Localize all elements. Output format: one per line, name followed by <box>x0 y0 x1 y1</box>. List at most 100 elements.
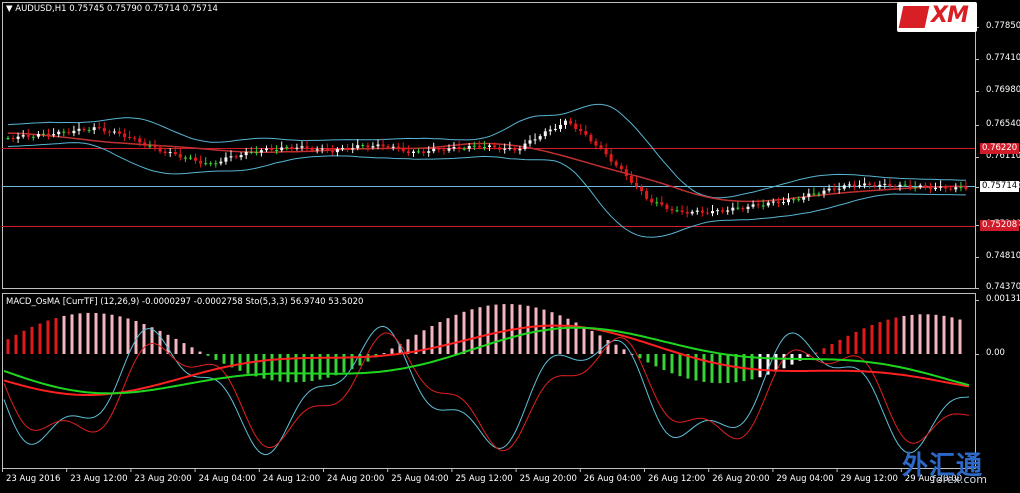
watermark-domain: forex.com <box>932 473 987 486</box>
candle-body <box>148 145 152 147</box>
candle-body <box>538 136 542 140</box>
histogram-bar <box>14 334 18 354</box>
candle-body <box>812 193 816 195</box>
candle-body <box>873 185 877 187</box>
candle-body <box>842 185 846 189</box>
histogram-bar <box>910 314 914 354</box>
candle-body <box>265 148 268 151</box>
candle-body <box>371 146 375 148</box>
time-axis-label: 23 Aug 20:00 <box>134 474 192 484</box>
candle-body <box>923 185 927 187</box>
price-axis-label: 0.77410 <box>986 53 1020 63</box>
candle-body <box>173 152 177 155</box>
histogram-bar <box>878 322 882 354</box>
histogram-bar <box>846 335 850 354</box>
candle-body <box>878 184 882 187</box>
histogram-bar <box>566 318 570 354</box>
candle-body <box>660 202 664 205</box>
candle-body <box>285 146 289 148</box>
candle-body <box>609 154 613 162</box>
time-axis-label: 25 Aug 20:00 <box>519 474 577 484</box>
chevron-down-icon[interactable]: ▼ <box>6 4 13 14</box>
histogram-bar <box>622 349 626 354</box>
candle-body <box>462 148 466 150</box>
candle-body <box>508 147 512 149</box>
time-axis-label: 26 Aug 04:00 <box>583 474 642 484</box>
candle-body <box>128 137 132 138</box>
moving-average-line <box>7 132 966 203</box>
candle-body <box>320 148 324 150</box>
chart-canvas[interactable] <box>0 0 1020 493</box>
candle-body <box>685 211 689 214</box>
candle-body <box>782 202 785 204</box>
histogram-bar <box>870 325 874 354</box>
time-axis-label: 29 Aug 04:00 <box>776 474 834 484</box>
candle-body <box>908 185 912 188</box>
histogram-bar <box>118 316 122 354</box>
candle-body <box>589 134 593 142</box>
candle-body <box>62 131 66 133</box>
candle-body <box>604 148 608 155</box>
histogram-bar <box>150 327 154 354</box>
candle-body <box>366 145 370 148</box>
candle-body <box>903 184 907 186</box>
time-axis-label: 26 Aug 12:00 <box>648 474 706 484</box>
histogram-bar <box>102 313 106 354</box>
candle-body <box>21 135 25 137</box>
candle-body <box>721 210 725 212</box>
candle-body <box>579 129 583 132</box>
price-axis-label: 0.76540 <box>986 119 1020 129</box>
candle-body <box>351 148 355 150</box>
histogram-bar <box>254 354 258 377</box>
histogram-bar <box>934 314 938 354</box>
candle-body <box>77 128 81 131</box>
histogram-bar <box>854 331 858 354</box>
histogram-bar <box>902 315 906 354</box>
candle-body <box>584 131 588 135</box>
time-axis-label: 26 Aug 20:00 <box>712 474 770 484</box>
candle-body <box>847 184 851 186</box>
candle-body <box>204 163 208 165</box>
candle-body <box>482 147 486 148</box>
candle-body <box>624 169 628 177</box>
candle-body <box>153 145 157 148</box>
candle-body <box>756 204 760 206</box>
histogram-bar <box>830 344 834 354</box>
candle-body <box>36 134 40 137</box>
candle-body <box>898 184 902 187</box>
candle-body <box>629 176 633 183</box>
price-axis-label: 0.77850 <box>986 21 1020 31</box>
candle-body <box>361 145 365 147</box>
candle-body <box>82 128 86 131</box>
candle-body <box>138 138 142 143</box>
candle-body <box>594 141 598 146</box>
candle-body <box>827 188 831 191</box>
candle-body <box>893 186 897 188</box>
candle-body <box>427 151 431 153</box>
candle-body <box>118 131 121 134</box>
candle-body <box>918 185 922 188</box>
candle-body <box>325 148 329 151</box>
candle-body <box>766 202 770 206</box>
histogram-bar <box>678 354 682 377</box>
histogram-bar <box>22 330 26 354</box>
symbol-header[interactable]: ▼ AUDUSD,H1 0.75745 0.75790 0.75714 0.75… <box>6 4 218 14</box>
candle-body <box>305 146 309 148</box>
candle-body <box>746 206 750 210</box>
candlesticks[interactable] <box>6 117 968 218</box>
indicator-axis-label: 0.001312 <box>986 294 1020 304</box>
candle-body <box>675 210 679 212</box>
candle-body <box>47 133 50 136</box>
candle-body <box>123 133 127 137</box>
candle-body <box>97 127 101 129</box>
histogram-bar <box>862 328 866 354</box>
price-tag-lower: 0.75208 <box>980 220 1020 231</box>
histogram-bar <box>86 312 90 354</box>
histogram-bar <box>78 313 82 354</box>
histogram-bar <box>494 304 498 354</box>
candle-body <box>645 191 649 199</box>
candle-body <box>189 157 192 159</box>
candle-body <box>705 212 709 214</box>
xm-logo: XM <box>897 2 977 32</box>
candle-body <box>224 157 228 162</box>
